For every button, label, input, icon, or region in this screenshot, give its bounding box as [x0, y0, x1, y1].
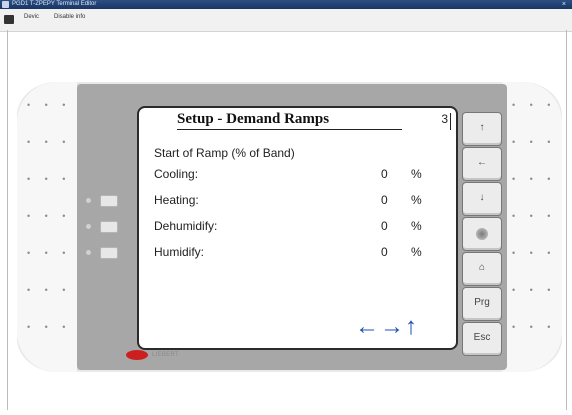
cooling-label: Cooling: — [154, 167, 199, 181]
right-arrow-icon: → — [380, 313, 405, 340]
left-bezel-side: • • • • • • • • • • • • • • • • • • • • … — [17, 82, 77, 372]
left-icon: ← — [477, 157, 487, 168]
status-led — [100, 195, 118, 207]
home-icon: ⌂ — [478, 262, 486, 273]
home-button[interactable]: ⌂ — [462, 252, 502, 286]
dehumidify-value: 0 — [381, 219, 388, 233]
humidify-unit: % — [411, 245, 422, 259]
heating-unit: % — [411, 193, 422, 207]
dehumidify-unit: % — [411, 219, 422, 233]
ramp-subtitle: Start of Ramp (% of Band) — [154, 146, 295, 160]
nav-arrows: ←→↑ — [355, 313, 418, 341]
title-underline — [177, 129, 402, 130]
status-led-dot — [86, 198, 91, 203]
down-button[interactable]: ↓ — [462, 182, 502, 216]
humidify-label: Humidify: — [154, 245, 205, 259]
page-number: 3 — [441, 112, 448, 126]
brand-logo — [126, 350, 148, 360]
menu-item-devic[interactable]: Devic — [24, 14, 39, 20]
toolbar-icon[interactable] — [4, 15, 14, 24]
window-title: PGD1 T-ZPEPY Terminal Editor — [12, 1, 97, 7]
heating-value: 0 — [381, 193, 388, 207]
brand-logo-text: LIEBERT — [152, 352, 179, 358]
menu-item-disable-info[interactable]: Disable info — [54, 14, 85, 20]
prg-label: Prg — [474, 297, 490, 308]
humidify-value: 0 — [381, 245, 388, 259]
screen-title-bar: Setup - Demand Ramps 3 — [139, 110, 456, 130]
cooling-value: 0 — [381, 167, 388, 181]
menu-bar: Devic Disable info — [0, 9, 572, 32]
up-icon: ↑ — [479, 122, 485, 133]
circle-button-icon — [476, 228, 488, 240]
screen-title: Setup - Demand Ramps — [177, 111, 330, 127]
dot-grid-left: • • • — [27, 100, 72, 110]
left-arrow-icon: ← — [355, 313, 380, 340]
down-icon: ↓ — [479, 192, 485, 203]
up-button[interactable]: ↑ — [462, 112, 502, 146]
close-window-icon[interactable]: × — [562, 0, 566, 9]
dehumidify-label: Dehumidify: — [154, 219, 218, 233]
left-button[interactable]: ← — [462, 147, 502, 181]
esc-button[interactable]: Esc — [462, 322, 502, 356]
dot-grid-right: • • • — [512, 100, 557, 110]
right-bezel-side: • • • • • • • • • • • • • • • • • • • • … — [502, 82, 562, 372]
page-separator — [450, 113, 451, 130]
lcd-screen: Setup - Demand Ramps 3 Start of Ramp (% … — [137, 106, 458, 350]
cooling-unit: % — [411, 167, 422, 181]
up-arrow-icon: ↑ — [405, 313, 418, 340]
esc-label: Esc — [473, 332, 491, 343]
heating-label: Heating: — [154, 193, 199, 207]
prg-button[interactable]: Prg — [462, 287, 502, 321]
app-icon — [2, 1, 9, 8]
window-titlebar: PGD1 T-ZPEPY Terminal Editor × — [0, 0, 572, 9]
enter-button[interactable] — [462, 217, 502, 251]
